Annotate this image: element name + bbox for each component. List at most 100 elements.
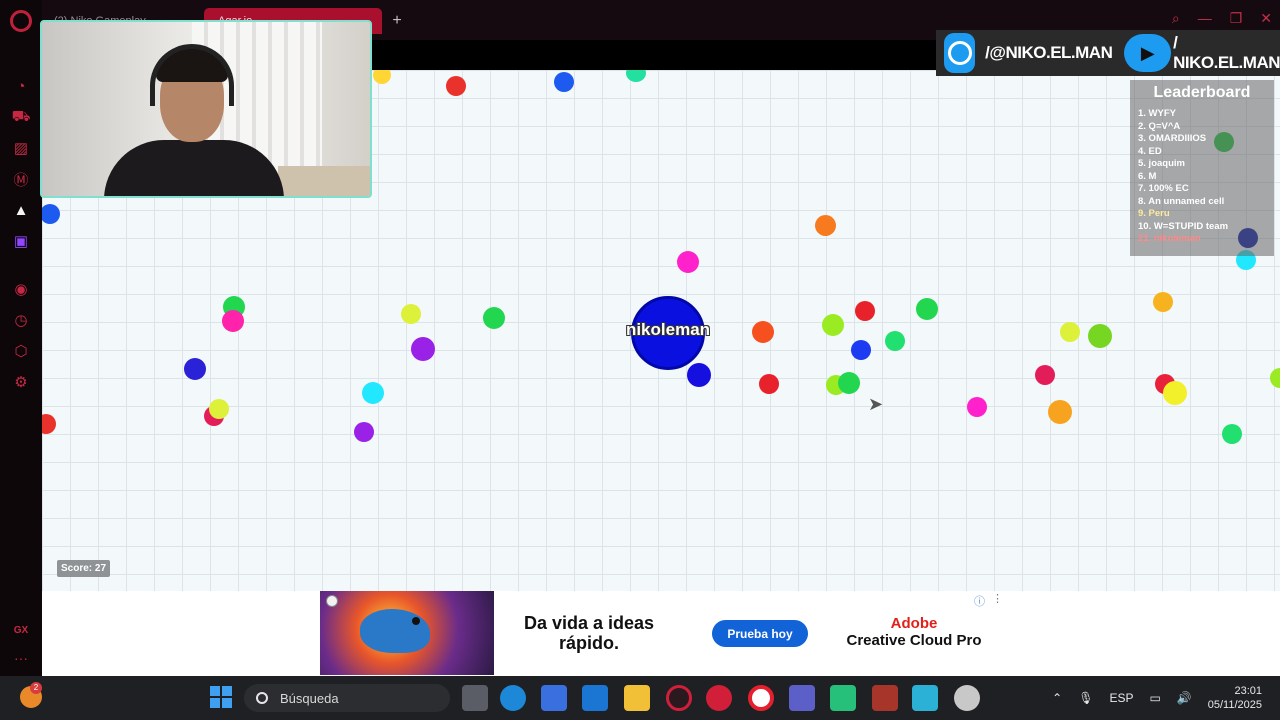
chevron-up-icon[interactable]: ⌃ bbox=[1052, 691, 1062, 705]
pellet bbox=[1048, 400, 1072, 424]
search-placeholder: Búsqueda bbox=[280, 690, 339, 706]
leaderboard-entry: 6. M bbox=[1138, 170, 1157, 182]
opera-icon[interactable] bbox=[748, 685, 774, 711]
teams-icon[interactable] bbox=[789, 685, 815, 711]
pellet bbox=[822, 314, 844, 336]
pellet bbox=[759, 374, 779, 394]
bird-illustration bbox=[360, 609, 430, 653]
minimize-button[interactable]: — bbox=[1198, 10, 1212, 27]
score-label: Score: 27 bbox=[57, 560, 111, 577]
system-tray: ⌃ 🎙 ESP ▭ 🔊 23:01 05/11/2025 bbox=[1052, 676, 1280, 720]
history-icon[interactable]: ◷ bbox=[9, 308, 33, 332]
pellet bbox=[1270, 368, 1280, 388]
outlook-icon[interactable] bbox=[582, 685, 608, 711]
gx-label[interactable]: GX bbox=[14, 625, 28, 636]
bookmarks-icon[interactable]: ▲ bbox=[9, 198, 33, 222]
close-button[interactable]: ✕ bbox=[1260, 10, 1272, 27]
ad-image[interactable] bbox=[320, 591, 494, 675]
pellet bbox=[1035, 365, 1055, 385]
pellet bbox=[851, 340, 871, 360]
pellet bbox=[483, 307, 505, 329]
task-view-icon[interactable] bbox=[462, 685, 488, 711]
ad-choices-icon[interactable] bbox=[326, 595, 338, 607]
start-button[interactable] bbox=[210, 686, 232, 708]
clock[interactable]: 23:01 05/11/2025 bbox=[1208, 684, 1262, 712]
pellet bbox=[42, 414, 56, 434]
webcam-overlay bbox=[40, 20, 372, 198]
pellet bbox=[209, 399, 229, 419]
winrar-icon[interactable] bbox=[872, 685, 898, 711]
ad-brand: Adobe Creative Cloud Pro bbox=[824, 615, 1004, 649]
twitch-icon[interactable]: ▣ bbox=[9, 229, 33, 253]
pellet bbox=[354, 422, 374, 442]
leaderboard-title: Leaderboard bbox=[1153, 84, 1251, 101]
windows-taskbar: 2 Búsqueda ⌃ 🎙 ESP ▭ 🔊 23:01 05/11/2025 bbox=[0, 676, 1280, 720]
youtube-icon: ▶ bbox=[1124, 34, 1172, 72]
flow-icon[interactable]: ⛟ bbox=[9, 105, 33, 129]
weather-badge: 2 bbox=[30, 682, 42, 694]
screen-recorder-icon[interactable] bbox=[706, 685, 732, 711]
new-tab-button[interactable]: + bbox=[386, 12, 408, 30]
pellet bbox=[687, 363, 711, 387]
windows-logo-tile bbox=[210, 698, 220, 708]
volume-icon[interactable]: 🔊 bbox=[1177, 691, 1192, 705]
webcam-bed bbox=[278, 166, 370, 196]
leaderboard-entry: 8. An unnamed cell bbox=[1138, 195, 1225, 207]
leaderboard-list: 1. WYFY 2. Q=V^A 3. OMARDIIIOS 4. ED 5. … bbox=[1138, 108, 1266, 246]
pellet bbox=[1163, 381, 1187, 405]
pellet bbox=[1088, 324, 1112, 348]
pellet bbox=[626, 70, 646, 82]
leaderboard-panel: Leaderboard 1. WYFY 2. Q=V^A 3. OMARDIII… bbox=[1130, 80, 1274, 256]
taskbar-search[interactable]: Búsqueda bbox=[244, 684, 450, 712]
edge-icon[interactable] bbox=[500, 685, 526, 711]
network-app-icon[interactable] bbox=[954, 685, 980, 711]
search-icon bbox=[256, 692, 268, 704]
browser-sidebar: ◔ ⛟ ▨ Ⓜ ▲ ▣ ◉ ◷ ⬡ ⚙ GX ··· bbox=[0, 0, 42, 676]
instagram-icon bbox=[944, 33, 976, 73]
pellet bbox=[554, 72, 574, 92]
adobe-ad[interactable]: Da vida a ideas rápido. Prueba hoy Adobe… bbox=[320, 591, 1044, 675]
search-icon[interactable]: ⌕ bbox=[1172, 10, 1180, 27]
extensions-icon[interactable]: ⬡ bbox=[9, 339, 33, 363]
pellet bbox=[1222, 424, 1242, 444]
pellet bbox=[373, 70, 391, 84]
ad-close-icon[interactable]: ⋮ bbox=[992, 592, 1003, 605]
windows-logo-tile bbox=[210, 686, 220, 696]
network-icon[interactable]: ▭ bbox=[1149, 691, 1160, 705]
windows-logo-tile bbox=[222, 686, 232, 696]
leaderboard-entry: 9. Peru bbox=[1138, 208, 1170, 219]
terminal-icon[interactable] bbox=[830, 685, 856, 711]
opera-gx-taskbar-icon[interactable] bbox=[666, 685, 692, 711]
pellet bbox=[838, 372, 860, 394]
pellet bbox=[885, 331, 905, 351]
file-explorer-icon[interactable] bbox=[624, 685, 650, 711]
info-icon[interactable]: ⓘ bbox=[974, 593, 985, 609]
more-options-icon[interactable]: ··· bbox=[14, 650, 28, 666]
clock-time: 23:01 bbox=[1234, 685, 1262, 697]
player-icon[interactable]: ◉ bbox=[9, 277, 33, 301]
player-name-label: nikoleman bbox=[625, 320, 711, 339]
ad-cta-button[interactable]: Prueba hoy bbox=[712, 620, 808, 647]
maximize-button[interactable]: ❐ bbox=[1230, 10, 1243, 27]
wallet-icon[interactable]: ▨ bbox=[9, 136, 33, 160]
pellet bbox=[184, 358, 206, 380]
instagram-handle: /@NIKO.EL.MAN bbox=[985, 43, 1113, 62]
messenger-icon[interactable]: Ⓜ bbox=[9, 167, 33, 191]
pellet bbox=[401, 304, 421, 324]
youtube-handle: / NIKO.EL.MAN bbox=[1173, 33, 1280, 72]
language-indicator[interactable]: ESP bbox=[1109, 691, 1133, 705]
opera-gx-logo-icon[interactable] bbox=[10, 10, 32, 32]
clock-date: 05/11/2025 bbox=[1207, 699, 1262, 711]
leaderboard-entry: 1. WYFY bbox=[1138, 108, 1177, 119]
social-banner: /@NIKO.EL.MAN ▶ / NIKO.EL.MAN bbox=[936, 30, 1280, 76]
ad-area: Da vida a ideas rápido. Prueba hoy Adobe… bbox=[42, 591, 1280, 676]
store-icon[interactable] bbox=[541, 685, 567, 711]
ad-headline: Da vida a ideas rápido. bbox=[523, 613, 655, 653]
pellet bbox=[1060, 322, 1080, 342]
pellet bbox=[362, 382, 384, 404]
pellet bbox=[677, 251, 699, 273]
settings-icon[interactable]: ⚙ bbox=[9, 370, 33, 394]
speed-dial-icon[interactable]: ◔ bbox=[9, 74, 33, 98]
game-launcher-icon[interactable] bbox=[912, 685, 938, 711]
microphone-icon[interactable]: 🎙 bbox=[1078, 691, 1093, 705]
